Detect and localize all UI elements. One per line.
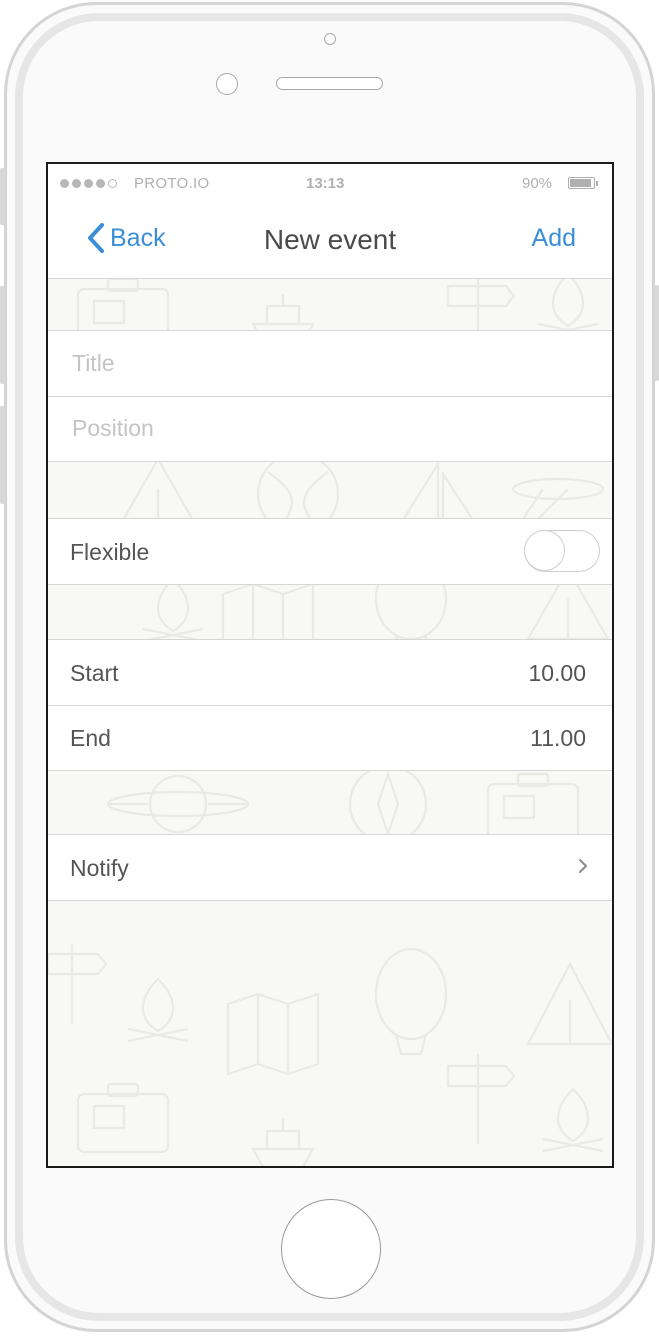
battery-tip — [596, 181, 598, 186]
proximity-sensor — [216, 73, 238, 95]
end-row[interactable]: End 11.00 — [48, 705, 612, 770]
carrier-name: PROTO.IO — [134, 175, 210, 192]
notify-group: Notify — [48, 834, 612, 901]
campfire-icon — [127, 977, 189, 1043]
navigation-bar: Back New event Add — [48, 202, 612, 279]
position-input[interactable] — [70, 396, 590, 461]
battery-icon — [568, 177, 595, 189]
signal-dot — [96, 179, 105, 188]
earpiece-speaker — [276, 77, 383, 90]
volume-down-button — [0, 406, 5, 504]
start-row[interactable]: Start 10.00 — [48, 640, 612, 705]
time-group: Start 10.00 End 11.00 — [48, 639, 612, 771]
battery-level — [570, 179, 591, 187]
signpost-icon — [446, 1054, 516, 1144]
notify-label: Notify — [70, 855, 129, 881]
signal-dot — [84, 179, 93, 188]
signal-strength-icon — [60, 179, 117, 188]
campfire-icon — [542, 1087, 604, 1153]
status-time: 13:13 — [306, 175, 345, 192]
start-label: Start — [70, 660, 119, 686]
notify-row[interactable]: Notify — [48, 835, 612, 900]
home-button[interactable] — [281, 1199, 381, 1299]
add-button[interactable]: Add — [532, 224, 576, 253]
airplane-icon — [106, 774, 250, 834]
start-value: 10.00 — [528, 660, 586, 686]
flexible-group: Flexible — [48, 518, 612, 585]
power-button — [654, 285, 659, 381]
ship-icon — [251, 1119, 315, 1166]
end-value: 11.00 — [530, 725, 586, 751]
title-row — [48, 331, 612, 396]
flexible-row: Flexible — [48, 519, 612, 584]
hot-air-balloon-icon — [374, 947, 448, 1056]
app-screen: PROTO.IO 13:13 90% Back New event Add Fl… — [46, 162, 614, 1168]
title-position-group — [48, 330, 612, 462]
signal-dot — [60, 179, 69, 188]
map-icon — [226, 992, 320, 1076]
toggle-knob — [524, 530, 565, 571]
tent-icon — [526, 961, 612, 1046]
signal-dot-empty — [108, 179, 117, 188]
signal-dot — [72, 179, 81, 188]
front-camera — [324, 33, 336, 45]
chevron-right-icon — [579, 859, 587, 873]
mute-switch — [0, 168, 5, 225]
compass-icon — [348, 764, 428, 844]
campfire-icon — [537, 272, 599, 338]
signpost-icon — [48, 944, 108, 1024]
airplane-icon — [511, 477, 605, 521]
volume-up-button — [0, 286, 5, 384]
campfire-icon — [142, 577, 204, 643]
suitcase-icon — [486, 772, 580, 844]
back-button[interactable]: Back — [86, 220, 166, 256]
position-row — [48, 396, 612, 461]
title-input[interactable] — [70, 331, 590, 396]
status-bar: PROTO.IO 13:13 90% — [48, 164, 612, 202]
end-label: End — [70, 725, 111, 751]
flexible-label: Flexible — [70, 539, 150, 565]
chevron-left-icon — [88, 223, 104, 253]
suitcase-icon — [76, 1082, 170, 1154]
back-label: Back — [110, 223, 166, 252]
battery-percent: 90% — [522, 175, 553, 192]
flexible-toggle[interactable] — [524, 530, 600, 572]
